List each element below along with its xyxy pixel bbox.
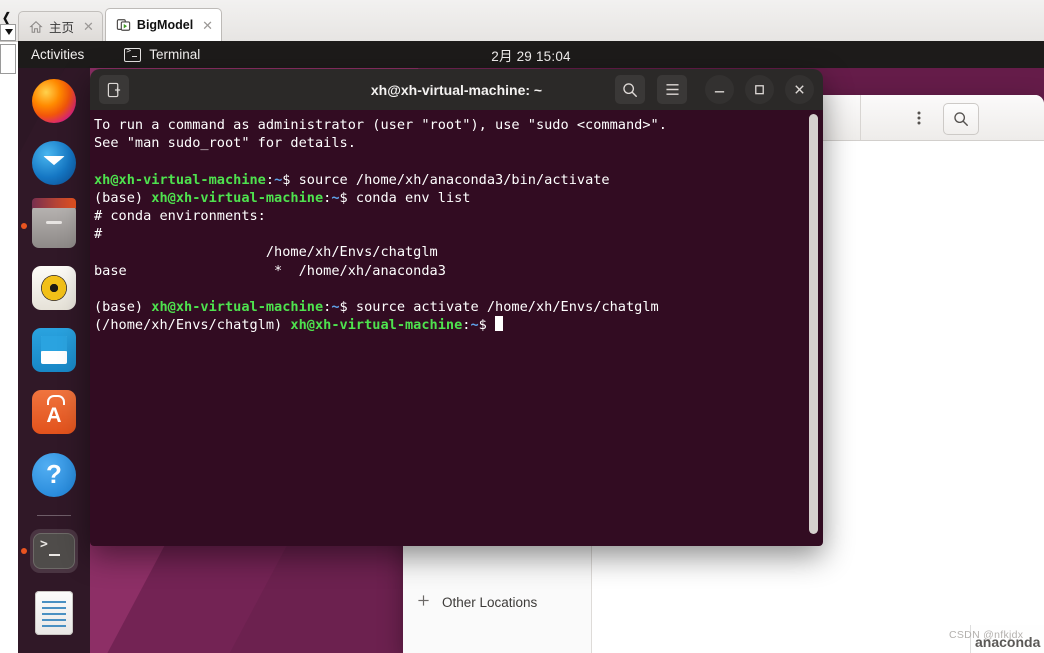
close-icon[interactable]: ✕ [202, 19, 213, 32]
terminal-text: See "man sudo_root" for details. [94, 135, 356, 152]
search-icon [623, 82, 637, 97]
files-icon [32, 197, 76, 248]
dock-item-help[interactable]: ? [30, 452, 78, 497]
terminal-menu-button[interactable] [657, 75, 687, 104]
terminal-text: # [94, 226, 103, 243]
close-icon[interactable]: ✕ [83, 20, 94, 33]
terminal-text: xh@xh-virtual-machine [290, 317, 463, 334]
terminal-line: To run a command as administrator (user … [94, 116, 823, 134]
terminal-cursor [495, 316, 504, 332]
terminal-text: /home/xh/Envs/chatglm [94, 244, 438, 261]
terminal-lines: To run a command as administrator (user … [94, 116, 823, 334]
terminal-scrollbar[interactable] [809, 114, 818, 534]
dock-item-rhythmbox[interactable] [30, 265, 78, 310]
terminal-text: : [265, 171, 275, 188]
ubuntu-dock: ? [18, 68, 90, 653]
thunderbird-icon [32, 141, 76, 186]
dock-item-files[interactable] [21, 197, 78, 248]
plus-icon [417, 594, 430, 610]
minimize-icon [714, 91, 725, 93]
terminal-close-button[interactable] [785, 75, 814, 104]
terminal-text: # conda environments: [94, 207, 266, 224]
terminal-icon [33, 532, 75, 569]
gnome-top-bar: Activities Terminal 2月 29 15:04 [18, 41, 1044, 68]
terminal-line: (base) xh@xh-virtual-machine:~$ conda en… [94, 189, 823, 207]
libreoffice-icon [32, 328, 76, 373]
browser-chrome: ❮ 主页 ✕ BigModel ✕ [0, 0, 1044, 74]
ubuntu-software-icon [32, 390, 76, 435]
terminal-titlebar[interactable]: xh@xh-virtual-machine: ~ [90, 69, 823, 110]
hamburger-menu-icon [665, 84, 679, 95]
terminal-line: # conda environments: [94, 207, 823, 225]
terminal-minimize-button[interactable] [705, 75, 734, 104]
terminal-line: /home/xh/Envs/chatglm [94, 243, 823, 261]
sidebar-item-other-locations[interactable]: Other Locations [417, 594, 537, 610]
files-menu-button[interactable] [902, 103, 936, 133]
dock-item-terminal[interactable] [21, 528, 78, 573]
terminal-text: $ [478, 317, 496, 334]
terminal-output-area[interactable]: To run a command as administrator (user … [90, 110, 823, 546]
terminal-text: xh@xh-virtual-machine [94, 171, 266, 188]
maximize-icon [755, 85, 764, 95]
rhythmbox-icon [32, 265, 76, 310]
csdn-watermark: CSDN @nfkjdx [949, 629, 1024, 641]
terminal-line: (/home/xh/Envs/chatglm) xh@xh-virtual-ma… [94, 316, 823, 334]
terminal-text: $ conda env list [339, 189, 471, 206]
terminal-text: xh@xh-virtual-machine [151, 298, 324, 315]
terminal-line: xh@xh-virtual-machine:~$ source /home/xh… [94, 171, 823, 189]
dock-divider [37, 514, 71, 516]
dock-item-firefox[interactable] [30, 79, 78, 124]
browser-edge-controls: ❮ [0, 0, 18, 74]
terminal-text: ~ [331, 298, 340, 315]
terminal-line: # [94, 225, 823, 243]
home-icon [29, 20, 43, 34]
terminal-text: base * /home/xh/anaconda3 [94, 262, 446, 279]
screen-root: ❮ 主页 ✕ BigModel ✕ Activities > Terminal … [0, 0, 1044, 653]
browser-tab-label: 主页 [49, 21, 75, 35]
app-play-icon [116, 18, 131, 32]
dock-item-thunderbird[interactable] [30, 141, 78, 186]
terminal-line: See "man sudo_root" for details. [94, 134, 823, 152]
sidebar-panel-stub[interactable] [0, 44, 16, 74]
dropdown-button[interactable] [0, 24, 16, 41]
text-editor-icon [35, 590, 73, 635]
terminal-text: ~ [470, 317, 479, 334]
help-icon: ? [32, 452, 76, 497]
firefox-icon [32, 79, 76, 124]
terminal-line: base * /home/xh/anaconda3 [94, 262, 823, 280]
terminal-line: (base) xh@xh-virtual-machine:~$ source a… [94, 298, 823, 316]
dock-item-libreoffice[interactable] [30, 328, 78, 373]
topbar-app-label: Terminal [149, 47, 201, 62]
toolbar-divider [860, 95, 861, 140]
dock-item-ubuntu-software[interactable] [30, 390, 78, 435]
terminal-maximize-button[interactable] [745, 75, 774, 104]
terminal-icon [124, 46, 142, 62]
terminal-text: ~ [331, 189, 340, 206]
terminal-text: $ source activate /home/xh/Envs/chatglm [339, 298, 659, 315]
terminal-text: (/home/xh/Envs/chatglm) [94, 317, 291, 334]
search-icon [954, 112, 968, 126]
terminal-text: (base) [94, 189, 152, 206]
browser-tabstrip: 主页 ✕ BigModel ✕ [18, 0, 224, 41]
dock-item-text-editor[interactable] [30, 590, 78, 635]
browser-tab-bigmodel[interactable]: BigModel ✕ [104, 8, 223, 41]
terminal-window: xh@xh-virtual-machine: ~ To run a comman… [90, 69, 823, 546]
activities-button[interactable]: Activities [31, 47, 84, 62]
terminal-text: (base) [94, 298, 152, 315]
terminal-search-button[interactable] [615, 75, 645, 104]
terminal-text: To run a command as administrator (user … [94, 117, 667, 133]
close-icon [795, 85, 804, 94]
kebab-menu-icon [917, 111, 921, 125]
chevron-down-icon [5, 29, 13, 35]
files-search-button[interactable] [943, 103, 979, 135]
browser-tab-label: BigModel [136, 18, 194, 32]
terminal-text: xh@xh-virtual-machine [151, 189, 324, 206]
terminal-text: $ source /home/xh/anaconda3/bin/activate [282, 171, 610, 188]
browser-tab-home[interactable]: 主页 ✕ [18, 11, 103, 41]
topbar-current-app[interactable]: Terminal [124, 46, 201, 62]
sidebar-item-label: Other Locations [442, 594, 538, 610]
